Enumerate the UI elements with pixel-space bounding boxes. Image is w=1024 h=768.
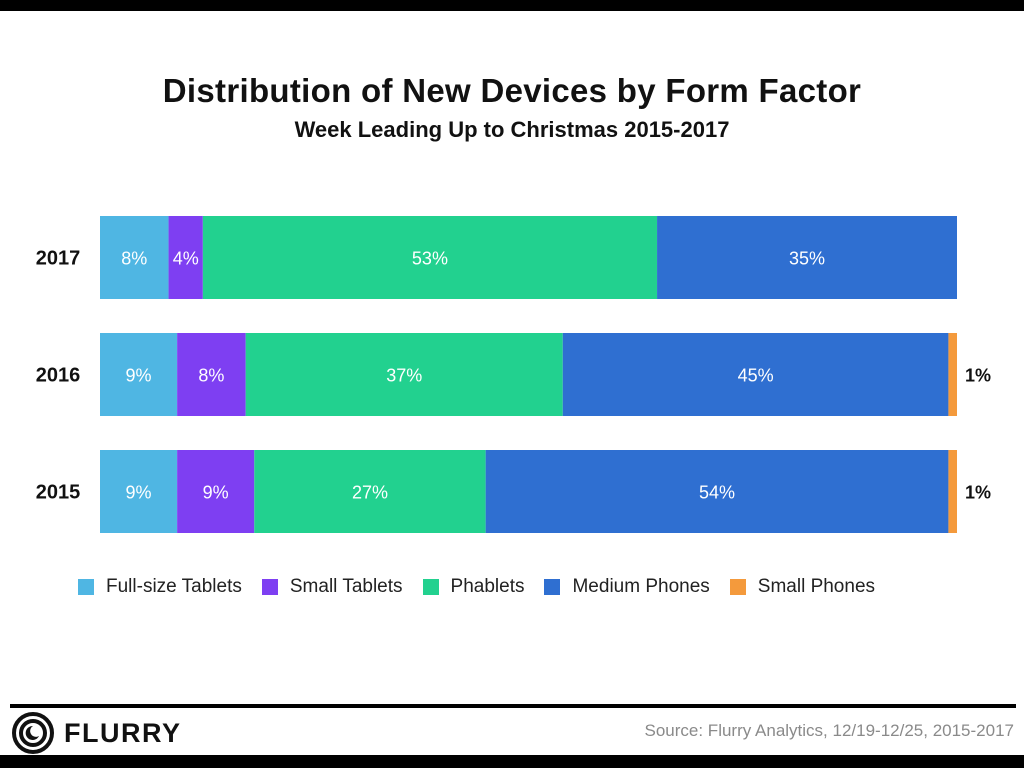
- logo-text: FLURRY: [64, 717, 182, 748]
- legend-label: Small Tablets: [289, 576, 403, 597]
- data-label-2015-medium-phones: 54%: [699, 483, 735, 503]
- data-label-2017-medium-phones: 35%: [789, 249, 825, 269]
- data-label-2016-small-tablets: 8%: [198, 366, 224, 386]
- legend-swatch: [261, 579, 278, 595]
- flurry-logo-icon: [12, 712, 54, 754]
- legend-label: Full-size Tablets: [106, 576, 242, 597]
- data-label-2016-small-phones: 1%: [965, 366, 991, 386]
- legend-item-small-phones: Small Phones: [729, 576, 876, 598]
- stacked-bar-chart: 2017 8% 4% 53% 35% 2016 9% 8% 37% 45% 1% 2015 9% 9% 27…: [36, 216, 991, 533]
- legend-swatch: [729, 579, 746, 595]
- bar-2015-small-phones: [948, 450, 957, 533]
- chart-legend: Full-size Tablets Small Tablets Phablets Me…: [78, 576, 895, 598]
- source-note: Source: Flurry Analytics, 12/19-12/25, 2…: [644, 721, 1015, 740]
- data-label-2016-full-size-tablets: 9%: [126, 366, 152, 386]
- data-label-2017-small-tablets: 4%: [173, 249, 199, 269]
- data-label-2015-phablets: 27%: [352, 483, 388, 503]
- y-tick-label-2015: 2015: [36, 482, 81, 504]
- data-label-2015-full-size-tablets: 9%: [126, 483, 152, 503]
- data-label-2015-small-phones: 1%: [965, 483, 991, 503]
- legend-item-medium-phones: Medium Phones: [544, 576, 710, 598]
- data-label-2017-full-size-tablets: 8%: [121, 249, 147, 269]
- legend-item-phablets: Phablets: [422, 576, 525, 598]
- bar-2016-small-phones: [948, 333, 957, 416]
- data-label-2017-phablets: 53%: [412, 249, 448, 269]
- bottom-border: [0, 755, 1024, 768]
- legend-label: Phablets: [450, 576, 525, 597]
- legend-label: Small Phones: [757, 576, 876, 597]
- legend-swatch: [422, 579, 439, 595]
- y-tick-label-2017: 2017: [36, 248, 81, 270]
- flurry-logo: FLURRY: [12, 712, 182, 754]
- data-label-2016-medium-phones: 45%: [738, 366, 774, 386]
- data-label-2015-small-tablets: 9%: [203, 483, 229, 503]
- legend-item-small-tablets: Small Tablets: [261, 576, 403, 598]
- legend-item-full-size-tablets: Full-size Tablets: [78, 576, 242, 598]
- legend-label: Medium Phones: [572, 576, 710, 597]
- footer-divider: [10, 704, 1016, 708]
- data-label-2016-phablets: 37%: [386, 366, 422, 386]
- legend-swatch: [78, 579, 94, 595]
- y-tick-label-2016: 2016: [36, 365, 81, 387]
- legend-swatch: [544, 579, 561, 595]
